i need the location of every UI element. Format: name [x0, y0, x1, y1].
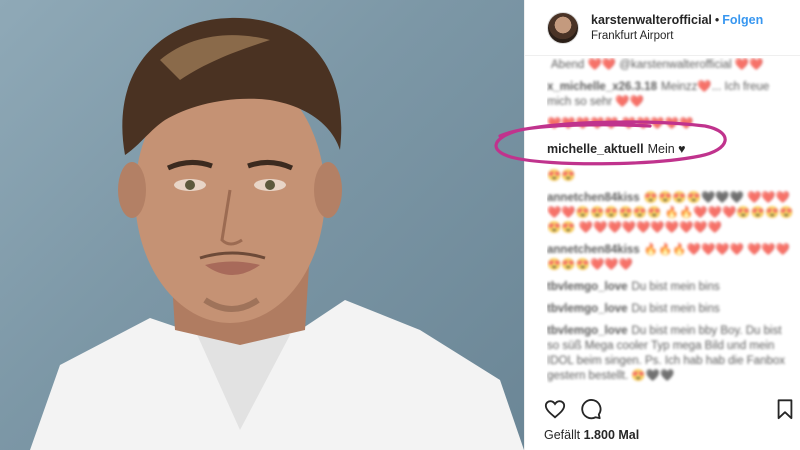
action-bar — [524, 396, 800, 424]
likes-number: 1.800 — [583, 428, 615, 442]
comment-icon[interactable] — [580, 398, 602, 420]
follow-button[interactable]: Folgen — [722, 13, 763, 27]
list-item: tbvlemgo_love Du bist mein bby Boy. Du bi… — [547, 324, 795, 384]
post-sidebar: karstenwalterofficial • Folgen Frankfurt A… — [524, 0, 800, 450]
post-header: karstenwalterofficial • Folgen Frankfurt A… — [525, 0, 800, 56]
comment-username[interactable]: tbvlemgo_love — [547, 303, 628, 315]
comments-list: Abend ❤️❤️ @karstenwalterofficial ❤️❤️ x… — [547, 58, 795, 388]
likes-count[interactable]: Gefällt 1.800 Mal — [544, 428, 639, 442]
likes-label: Gefällt — [544, 428, 581, 442]
comment-username[interactable]: tbvlemgo_love — [547, 281, 628, 293]
comment-text: Du bist mein bins — [631, 303, 720, 315]
comment-text: Du bist mein bins — [631, 281, 720, 293]
list-item: 😍😍 — [547, 169, 795, 184]
comment-username[interactable]: annetchen84kiss — [547, 244, 640, 256]
comment-username[interactable]: tbvlemgo_love — [547, 325, 628, 337]
annotation-ellipse — [494, 120, 727, 166]
comment-username[interactable]: annetchen84kiss — [547, 192, 640, 204]
list-item: Abend ❤️❤️ @karstenwalterofficial ❤️❤️ — [551, 59, 764, 71]
list-item: x_michelle_x26.3.18 Meinzz❤️... Ich freue… — [547, 80, 795, 110]
separator-dot: • — [714, 12, 720, 27]
list-item: annetchen84kiss 😍😍😍😍🖤🖤🖤 ❤️❤️❤️❤️❤️😍😍😍😍😍😍 … — [547, 191, 795, 236]
list-item: tbvlemgo_love Du bist mein bins — [547, 302, 795, 317]
post-location[interactable]: Frankfurt Airport — [591, 28, 763, 44]
comment-username[interactable]: x_michelle_x26.3.18 — [547, 81, 657, 93]
post-username[interactable]: karstenwalterofficial — [591, 13, 712, 27]
likes-suffix: Mal — [618, 428, 640, 442]
heart-icon[interactable] — [544, 398, 566, 420]
post-photo — [0, 0, 524, 450]
comment-text: 😍😍 — [547, 170, 576, 182]
avatar[interactable] — [547, 11, 579, 44]
list-item: tbvlemgo_love Du bist mein bins — [547, 280, 795, 295]
bookmark-icon[interactable] — [774, 398, 796, 420]
list-item: annetchen84kiss 🔥🔥🔥❤️❤️❤️❤️ ❤️❤️❤️😍😍😍❤️❤️… — [547, 243, 795, 273]
